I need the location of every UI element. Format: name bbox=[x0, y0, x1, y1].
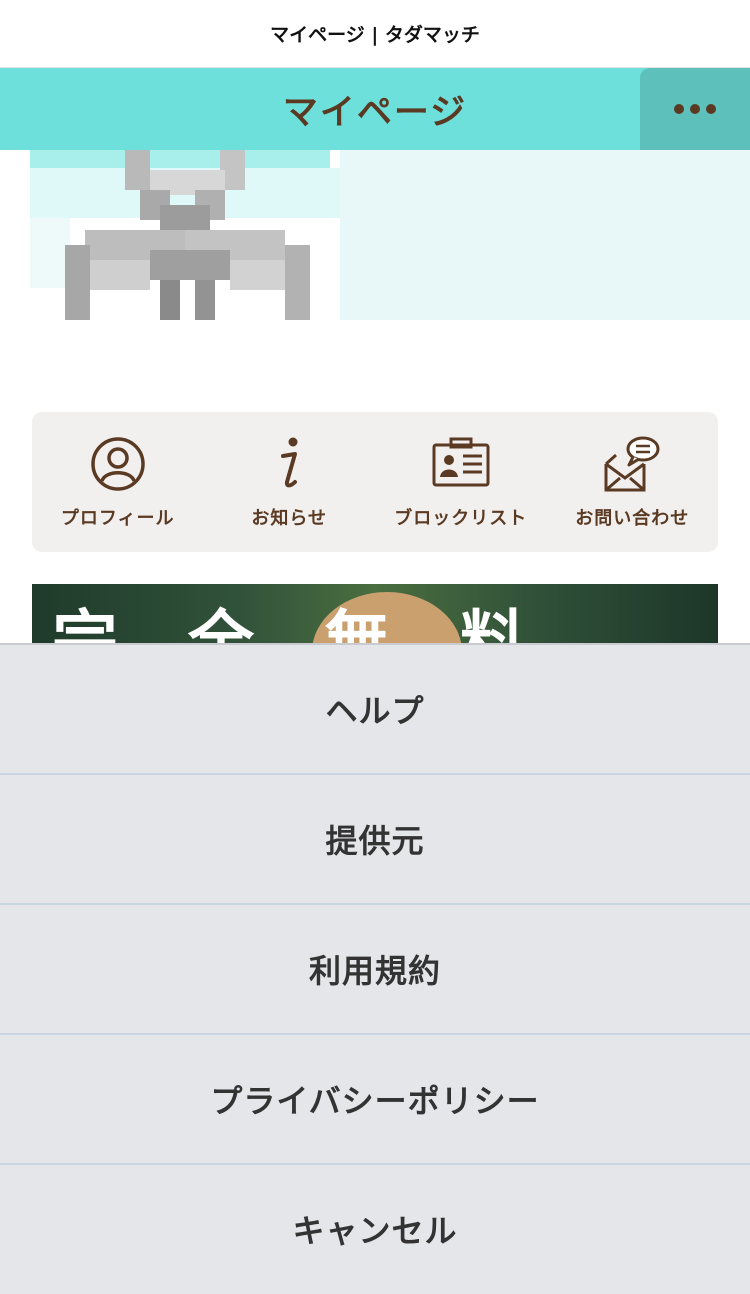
sheet-item-help[interactable]: ヘルプ bbox=[0, 643, 750, 773]
more-menu-button[interactable] bbox=[640, 68, 750, 150]
person-circle-icon bbox=[91, 437, 145, 491]
shortcut-notices-label: お知らせ bbox=[251, 508, 328, 529]
profile-area bbox=[0, 150, 750, 322]
shortcut-profile[interactable]: プロフィール bbox=[38, 434, 198, 530]
more-dot bbox=[706, 104, 716, 114]
sheet-item-terms[interactable]: 利用規約 bbox=[0, 903, 750, 1033]
more-dots-icon bbox=[674, 104, 684, 114]
info-italic-icon bbox=[281, 437, 298, 488]
promo-banner[interactable]: 完全無料 bbox=[32, 584, 718, 646]
shortcut-notices[interactable]: お知らせ bbox=[209, 434, 369, 530]
shortcut-panel: プロフィール お知らせ ブロックリスト お問い合わせ bbox=[32, 412, 718, 552]
browser-page-title: マイページ | タダマッチ bbox=[270, 24, 480, 46]
promo-text: 完全無料 bbox=[52, 603, 596, 646]
shortcut-contact-label: お問い合わせ bbox=[575, 508, 690, 529]
id-card-icon bbox=[432, 437, 490, 487]
app-header: マイページ bbox=[0, 68, 750, 150]
sheet-item-privacy-policy[interactable]: プライバシーポリシー bbox=[0, 1033, 750, 1163]
mail-chat-icon bbox=[604, 436, 660, 492]
shortcut-contact[interactable]: お問い合わせ bbox=[552, 434, 712, 530]
shortcut-blocklist-label: ブロックリスト bbox=[394, 508, 528, 529]
action-sheet: ヘルプ 提供元 利用規約 プライバシーポリシー キャンセル bbox=[0, 643, 750, 1294]
shortcut-profile-label: プロフィール bbox=[60, 508, 175, 529]
page-title: マイページ bbox=[282, 92, 468, 133]
sheet-cancel-button[interactable]: キャンセル bbox=[0, 1163, 750, 1293]
shortcut-blocklist[interactable]: ブロックリスト bbox=[381, 434, 541, 530]
sheet-item-provider[interactable]: 提供元 bbox=[0, 773, 750, 903]
more-dot bbox=[690, 104, 700, 114]
avatar-mosaic[interactable] bbox=[30, 150, 340, 320]
profile-banner bbox=[340, 150, 750, 320]
browser-title-bar: マイページ | タダマッチ bbox=[0, 0, 750, 68]
